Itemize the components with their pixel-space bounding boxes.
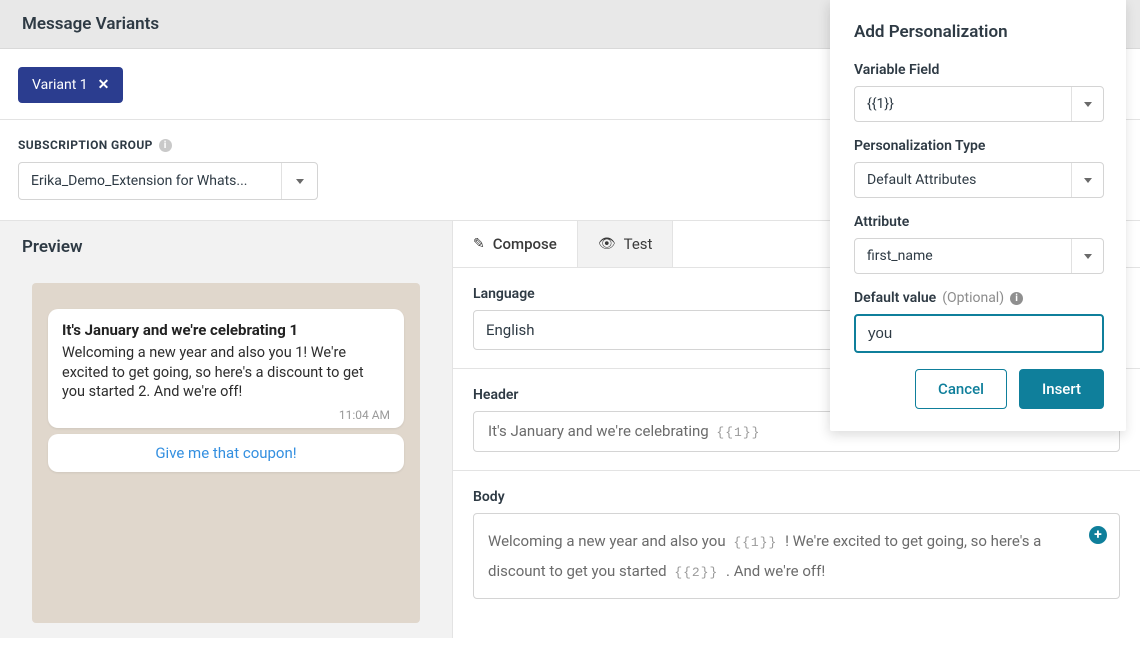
personalization-type-value: Default Attributes [855,163,1071,197]
variant-label: Variant 1 [32,77,88,93]
chevron-down-icon [281,163,317,199]
default-value-label-text: Default value [854,290,936,306]
add-personalization-icon[interactable]: + [1089,526,1107,544]
variable-field-select[interactable]: {{1}} [854,86,1104,122]
pencil-icon: ✎ [473,236,485,252]
info-icon[interactable]: i [159,139,172,152]
variant-pill[interactable]: Variant 1 ✕ [18,67,123,103]
divider [453,470,1140,471]
personalization-panel: Add Personalization Variable Field {{1}}… [830,0,1126,431]
body-placeholder-1[interactable]: {{1}} [729,535,781,550]
preview-message-cta[interactable]: Give me that coupon! [48,434,404,472]
tab-test-label: Test [624,235,653,253]
default-value-optional: (Optional) [942,290,1004,306]
subscription-group-select[interactable]: Erika_Demo_Extension for Whats... [18,162,318,200]
preview-canvas: It's January and we're celebrating 1 Wel… [32,283,420,623]
default-value-label: Default value (Optional) i [854,290,1104,306]
preview-message-body: Welcoming a new year and also you 1! We'… [62,343,390,402]
subscription-group-label-text: SUBSCRIPTION GROUP [18,138,153,152]
personalization-type-label: Personalization Type [854,138,1104,154]
body-seg1: Welcoming a new year and also you [488,532,729,550]
panel-title: Add Personalization [854,22,1104,42]
chevron-down-icon [1071,87,1103,121]
body-seg3: . And we're off! [722,562,825,580]
preview-pane: Preview It's January and we're celebrati… [0,220,452,638]
attribute-value: first_name [855,239,1071,273]
insert-button[interactable]: Insert [1019,369,1104,409]
preview-message-title: It's January and we're celebrating 1 [62,321,390,339]
default-value-input[interactable] [854,314,1104,353]
tab-compose[interactable]: ✎ Compose [453,221,578,267]
body-input[interactable]: Welcoming a new year and also you {{1}} … [473,513,1120,599]
close-icon[interactable]: ✕ [98,77,110,93]
chevron-down-icon [1071,163,1103,197]
cancel-button[interactable]: Cancel [915,369,1007,409]
body-label: Body [473,489,1120,505]
body-placeholder-2[interactable]: {{2}} [670,565,722,580]
tab-compose-label: Compose [493,235,557,253]
body-field: Body Welcoming a new year and also you {… [473,489,1120,599]
tab-test[interactable]: 👁 Test [578,221,674,267]
preview-heading: Preview [0,221,452,273]
attribute-select[interactable]: first_name [854,238,1104,274]
preview-message-time: 11:04 AM [62,408,390,422]
chevron-down-icon [1071,239,1103,273]
eye-icon: 👁 [598,236,616,252]
subscription-group-value: Erika_Demo_Extension for Whats... [19,163,281,199]
variable-field-label: Variable Field [854,62,1104,78]
attribute-label: Attribute [854,214,1104,230]
preview-message-bubble: It's January and we're celebrating 1 Wel… [48,309,404,428]
variable-field-value: {{1}} [855,87,1071,121]
personalization-type-select[interactable]: Default Attributes [854,162,1104,198]
info-icon[interactable]: i [1010,292,1023,305]
header-text: It's January and we're celebrating [488,422,712,440]
header-placeholder-1[interactable]: {{1}} [712,425,764,440]
